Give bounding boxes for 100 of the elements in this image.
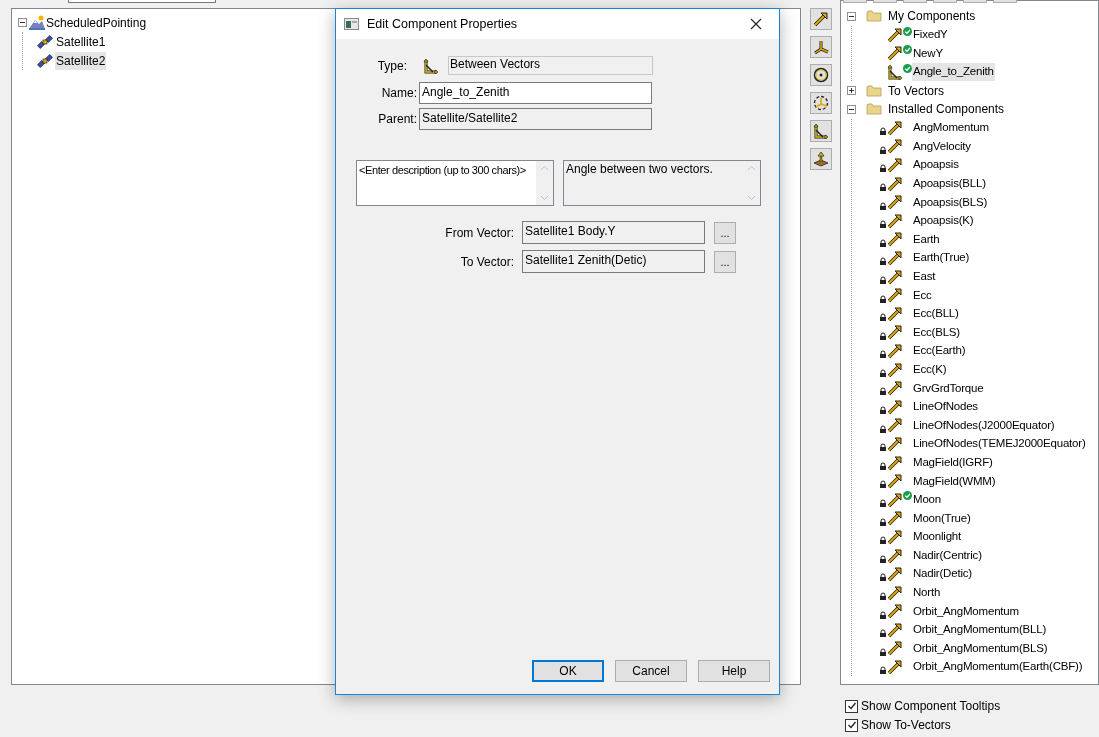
tree-item[interactable]: MagField(WMM) — [912, 472, 997, 490]
field-label: From Vector: — [444, 224, 515, 242]
arrow-icon — [887, 287, 903, 304]
arrow-icon — [887, 417, 903, 434]
field-label: To Vector: — [459, 253, 515, 271]
tree-item[interactable]: Apoapsis(K) — [912, 212, 975, 230]
field-label: Name: — [380, 85, 418, 102]
tree-item[interactable]: Moon — [912, 491, 942, 509]
arrow-icon — [887, 566, 903, 583]
arrow-icon — [887, 640, 903, 657]
tree-item[interactable]: Satellite1 — [55, 32, 107, 51]
tree-item[interactable]: LineOfNodes — [912, 398, 979, 416]
arrow-icon — [887, 305, 903, 322]
tree-item[interactable]: AngVelocity — [912, 137, 972, 156]
name-field[interactable]: Angle_to_Zenith — [419, 82, 652, 104]
tree-item[interactable]: Moonlight — [912, 528, 963, 546]
arrow-icon — [887, 603, 903, 620]
field-label: Type: — [376, 57, 408, 75]
mountain-icon — [29, 14, 45, 31]
dialog-button[interactable]: Help — [698, 660, 770, 682]
arrow-icon — [887, 119, 903, 136]
tree-item[interactable]: FixedY — [912, 26, 949, 44]
tool-button[interactable] — [810, 8, 832, 30]
tree-item[interactable]: Satellite2 — [55, 51, 107, 70]
tree-item[interactable]: Earth — [912, 230, 941, 249]
tree-item[interactable]: East — [912, 268, 937, 286]
arrow-icon — [887, 250, 903, 266]
axes-icon — [813, 39, 829, 55]
arrow-icon — [887, 324, 903, 341]
tree-item[interactable]: Ecc(K) — [912, 360, 948, 379]
collapse-icon[interactable] — [847, 104, 856, 114]
browse-button[interactable]: ... — [714, 221, 736, 244]
arrow-icon — [887, 343, 903, 359]
tree-item[interactable]: Nadir(Detic) — [912, 565, 973, 583]
tree-item[interactable]: MagField(IGRF) — [912, 453, 994, 472]
tree-item[interactable]: North — [912, 584, 942, 602]
tree-item[interactable]: Orbit_AngMomentum(BLL) — [912, 621, 1048, 639]
type-description: Angle between two vectors. — [565, 161, 714, 178]
tree-item[interactable]: Nadir(Centric) — [912, 546, 983, 565]
plus-icon — [848, 87, 855, 95]
arrow-icon — [887, 584, 903, 601]
folder-label[interactable]: To Vectors — [888, 81, 945, 100]
tree-item[interactable]: Ecc — [912, 286, 933, 304]
vector-field: Satellite1 Body.Y — [522, 221, 705, 244]
arrow-icon — [887, 435, 903, 452]
tree-item[interactable]: Ecc(BLL) — [912, 305, 960, 323]
tree-item[interactable]: Orbit_AngMomentum(Earth(CBF)) — [912, 658, 1084, 676]
tree-item[interactable]: Earth(True) — [912, 249, 971, 267]
tree-item[interactable]: Apoapsis(BLS) — [912, 193, 989, 211]
tree-item[interactable]: LineOfNodes(J2000Equator) — [912, 416, 1056, 434]
tree-item[interactable]: Angle_to_Zenith — [912, 63, 995, 81]
tool-button[interactable] — [810, 120, 832, 142]
collapse-icon[interactable] — [18, 18, 27, 27]
axes-icon — [813, 95, 829, 111]
arrow-icon — [887, 380, 903, 397]
folder-label[interactable]: Installed Components — [888, 100, 1005, 119]
checkbox-label: Show To-Vectors — [861, 717, 951, 734]
arrow-icon — [887, 491, 903, 508]
arrow-icon — [887, 473, 903, 490]
dialog-button[interactable]: Cancel — [615, 660, 687, 682]
dialog-button[interactable]: OK — [532, 660, 604, 682]
tool-button[interactable] — [810, 64, 832, 86]
checkmark-icon — [846, 720, 857, 730]
arrow-icon — [887, 194, 903, 211]
tree-item[interactable]: Apoapsis(BLL) — [912, 175, 987, 193]
arrow-icon — [887, 398, 903, 415]
checkbox[interactable] — [845, 718, 858, 732]
tree-item[interactable]: ScheduledPointing — [45, 13, 148, 32]
expand-icon[interactable] — [847, 86, 856, 96]
arrow-icon — [887, 454, 903, 471]
collapse-icon[interactable] — [847, 11, 856, 21]
tree-item[interactable]: Orbit_AngMomentum — [912, 602, 1020, 620]
tool-button[interactable] — [810, 92, 832, 114]
arrow-icon — [887, 138, 903, 155]
tree-item[interactable]: GrvGrdTorque — [912, 379, 985, 397]
tree-item[interactable]: Moon(True) — [912, 509, 972, 527]
arrow-icon — [887, 175, 903, 192]
checkbox-label: Show Component Tooltips — [861, 698, 1001, 715]
vector-field: Satellite1 Zenith(Detic) — [522, 250, 705, 273]
tool-button[interactable] — [810, 36, 832, 58]
type-field: Between Vectors — [448, 56, 653, 75]
folder-label[interactable]: My Components — [888, 7, 976, 26]
scrollbar[interactable] — [536, 161, 553, 205]
satellite-icon — [37, 33, 53, 50]
browse-button[interactable]: ... — [714, 250, 736, 273]
checkbox[interactable] — [845, 699, 858, 713]
folder-icon — [866, 101, 882, 118]
tree-item[interactable]: AngMomentum — [912, 119, 990, 137]
arrow-icon — [887, 212, 903, 229]
tool-button[interactable] — [810, 148, 832, 170]
folder-icon — [866, 82, 882, 99]
tree-item[interactable]: Ecc(Earth) — [912, 342, 967, 360]
tree-item[interactable]: NewY — [912, 44, 944, 63]
tree-item[interactable]: Ecc(BLS) — [912, 323, 961, 341]
description-field[interactable]: <Enter description (up to 300 chars)> — [356, 160, 554, 206]
tree-item[interactable]: Orbit_AngMomentum(BLS) — [912, 639, 1049, 658]
field-label: Parent: — [377, 111, 418, 128]
checkmark-icon — [846, 701, 857, 711]
tree-item[interactable]: Apoapsis — [912, 156, 960, 174]
tree-item[interactable]: LineOfNodes(TEMEJ2000Equator) — [912, 435, 1087, 453]
